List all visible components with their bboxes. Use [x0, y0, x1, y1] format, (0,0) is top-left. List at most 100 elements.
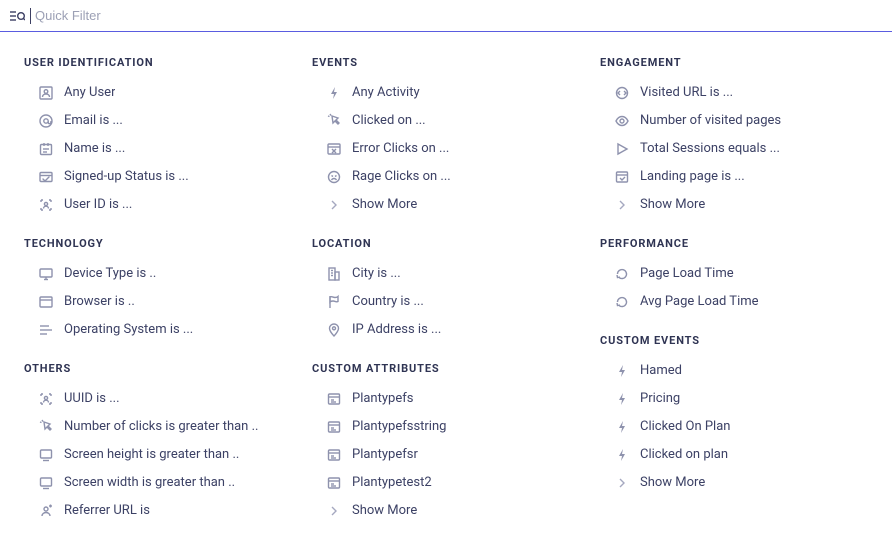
filter-item-label: Device Type is .. — [64, 265, 156, 283]
filter-item-label: UUID is ... — [64, 390, 120, 408]
filter-item-label: Screen width is greater than .. — [64, 474, 235, 492]
card-icon — [326, 475, 342, 491]
filter-item-any-user[interactable]: Any User — [24, 79, 292, 107]
eye-icon — [614, 113, 630, 129]
filter-item-device-type-is[interactable]: Device Type is .. — [24, 260, 292, 288]
filter-item-label: Plantypefsstring — [352, 418, 446, 436]
filter-item-avg-page-load-time[interactable]: Avg Page Load Time — [600, 288, 868, 316]
filter-item-label: Name is ... — [64, 140, 125, 158]
filter-item-hamed[interactable]: Hamed — [600, 357, 868, 385]
filter-item-plantypefsstring[interactable]: Plantypefsstring — [312, 413, 580, 441]
section-technology: TECHNOLOGYDevice Type is ..Browser is ..… — [24, 237, 292, 344]
section-location: LOCATIONCity is ...Country is ...IP Addr… — [312, 237, 580, 344]
filter-item-number-of-visited-pages[interactable]: Number of visited pages — [600, 107, 868, 135]
show-more-button[interactable]: Show More — [312, 191, 580, 219]
filter-item-label: IP Address is ... — [352, 321, 441, 339]
section-user-identification: USER IDENTIFICATION Any UserEmail is ... N… — [24, 56, 292, 219]
filter-item-clicked-on-plan[interactable]: Clicked on plan — [600, 441, 868, 469]
show-more-button[interactable]: Show More — [600, 191, 868, 219]
filter-item-label: Country is ... — [352, 293, 424, 311]
quick-filter-input[interactable] — [33, 4, 884, 27]
filter-item-label: Plantypefs — [352, 390, 413, 408]
bolt-icon — [614, 363, 630, 379]
filter-item-label: User ID is ... — [64, 196, 132, 214]
filter-columns: USER IDENTIFICATION Any UserEmail is ... N… — [0, 32, 892, 543]
filter-item-browser-is[interactable]: Browser is .. — [24, 288, 292, 316]
userid-icon — [38, 391, 54, 407]
filter-item-number-of-clicks-is-greater-than[interactable]: Number of clicks is greater than .. — [24, 413, 292, 441]
chevron-icon — [326, 197, 342, 213]
filter-item-ip-address-is[interactable]: IP Address is ... — [312, 316, 580, 344]
filter-item-label: Show More — [352, 196, 417, 214]
filter-item-label: Total Sessions equals ... — [640, 140, 780, 158]
section-title: CUSTOM ATTRIBUTES — [312, 362, 580, 375]
show-more-button[interactable]: Show More — [312, 497, 580, 525]
filter-column: USER IDENTIFICATION Any UserEmail is ... N… — [24, 56, 292, 543]
filter-item-signed-up-status-is[interactable]: Signed-up Status is ... — [24, 163, 292, 191]
filter-item-plantypefsr[interactable]: Plantypefsr — [312, 441, 580, 469]
card-icon — [326, 447, 342, 463]
filter-item-label: Clicked on ... — [352, 112, 426, 130]
filter-item-label: Visited URL is ... — [640, 84, 733, 102]
chevron-icon — [614, 197, 630, 213]
screen-icon — [38, 475, 54, 491]
filter-item-screen-height-is-greater-than[interactable]: Screen height is greater than .. — [24, 441, 292, 469]
userid-icon — [38, 197, 54, 213]
user-any-icon — [38, 85, 54, 101]
filter-item-operating-system-is[interactable]: Operating System is ... — [24, 316, 292, 344]
section-title: ENGAGEMENT — [600, 56, 868, 69]
filter-item-label: Number of clicks is greater than .. — [64, 418, 258, 436]
filter-item-clicked-on[interactable]: Clicked on ... — [312, 107, 580, 135]
filter-item-label: Hamed — [640, 362, 682, 380]
section-custom-attributes: CUSTOM ATTRIBUTES Plantypefs Plantypefsstr… — [312, 362, 580, 525]
monitor-icon — [38, 266, 54, 282]
filter-search-bar[interactable] — [0, 0, 892, 32]
section-performance: PERFORMANCE Page Load TimeAvg Page Load T… — [600, 237, 868, 316]
filter-item-uuid-is[interactable]: UUID is ... — [24, 385, 292, 413]
section-title: OTHERS — [24, 362, 292, 375]
landing-icon — [614, 169, 630, 185]
filter-item-page-load-time[interactable]: Page Load Time — [600, 260, 868, 288]
pin-icon — [326, 322, 342, 338]
bolt-icon — [614, 419, 630, 435]
filter-item-pricing[interactable]: Pricing — [600, 385, 868, 413]
filter-item-screen-width-is-greater-than[interactable]: Screen width is greater than .. — [24, 469, 292, 497]
filter-item-landing-page-is[interactable]: Landing page is ... — [600, 163, 868, 191]
filter-item-label: Error Clicks on ... — [352, 140, 449, 158]
filter-item-label: Plantypefsr — [352, 446, 418, 464]
show-more-button[interactable]: Show More — [600, 469, 868, 497]
card-icon — [326, 391, 342, 407]
section-title: USER IDENTIFICATION — [24, 56, 292, 69]
filter-item-user-id-is[interactable]: User ID is ... — [24, 191, 292, 219]
filter-item-plantypetest2[interactable]: Plantypetest2 — [312, 469, 580, 497]
bolt-icon — [614, 447, 630, 463]
filter-item-country-is[interactable]: Country is ... — [312, 288, 580, 316]
filter-item-label: Clicked on plan — [640, 446, 728, 464]
filter-item-rage-clicks-on[interactable]: Rage Clicks on ... — [312, 163, 580, 191]
section-others: OTHERS UUID is ... Number of clicks is gre… — [24, 362, 292, 525]
section-title: CUSTOM EVENTS — [600, 334, 868, 347]
chevron-icon — [614, 475, 630, 491]
filter-item-error-clicks-on[interactable]: Error Clicks on ... — [312, 135, 580, 163]
filter-item-label: Rage Clicks on ... — [352, 168, 451, 186]
section-events: EVENTSAny ActivityClicked on ...Error Cl… — [312, 56, 580, 219]
filter-item-label: Browser is .. — [64, 293, 135, 311]
errorclick-icon — [326, 141, 342, 157]
filter-item-visited-url-is[interactable]: Visited URL is ... — [600, 79, 868, 107]
filter-item-label: Referrer URL is — [64, 502, 150, 520]
chevron-icon — [326, 503, 342, 519]
filter-item-email-is[interactable]: Email is ... — [24, 107, 292, 135]
filter-item-name-is[interactable]: Name is ... — [24, 135, 292, 163]
filter-item-clicked-on-plan[interactable]: Clicked On Plan — [600, 413, 868, 441]
filter-item-city-is[interactable]: City is ... — [312, 260, 580, 288]
text-cursor — [30, 8, 31, 24]
filter-item-any-activity[interactable]: Any Activity — [312, 79, 580, 107]
filter-item-plantypefs[interactable]: Plantypefs — [312, 385, 580, 413]
filter-item-label: Pricing — [640, 390, 680, 408]
section-engagement: ENGAGEMENT Visited URL is ... Number of vi… — [600, 56, 868, 219]
filter-item-referrer-url-is[interactable]: Referrer URL is — [24, 497, 292, 525]
filter-item-label: Clicked On Plan — [640, 418, 730, 436]
section-title: PERFORMANCE — [600, 237, 868, 250]
filter-column: EVENTSAny ActivityClicked on ...Error Cl… — [312, 56, 580, 543]
filter-item-total-sessions-equals[interactable]: Total Sessions equals ... — [600, 135, 868, 163]
